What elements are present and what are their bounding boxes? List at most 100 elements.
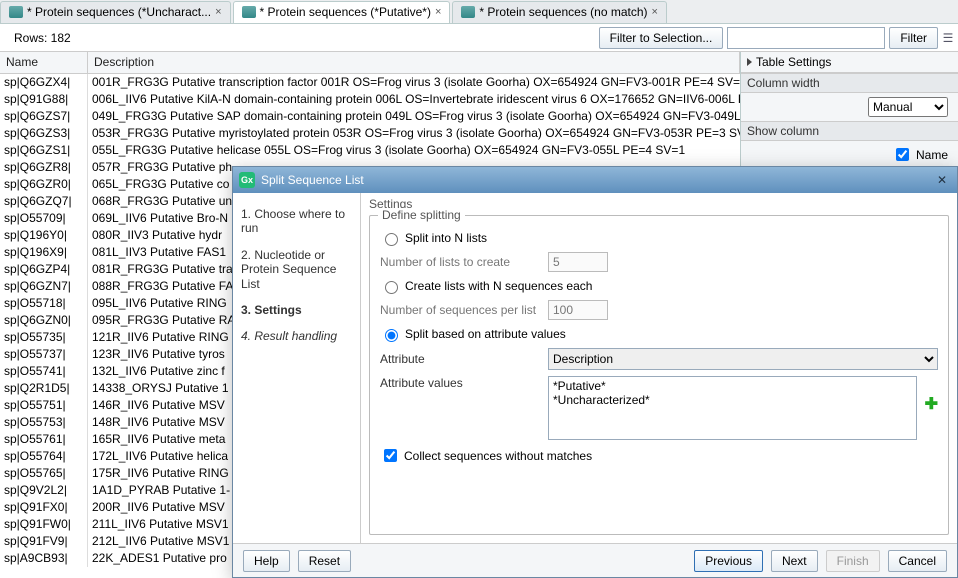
column-width-section: Column width xyxy=(741,73,958,93)
add-value-icon[interactable]: ✚ xyxy=(925,376,938,414)
help-button[interactable]: Help xyxy=(243,550,290,572)
tab-no-match[interactable]: * Protein sequences (no match) × xyxy=(452,1,667,23)
tab-label: * Protein sequences (*Uncharact... xyxy=(27,5,211,19)
table-toolbar: Rows: 182 Filter to Selection... Filter … xyxy=(0,24,958,52)
cell-description: 006L_IIV6 Putative KilA-N domain-contain… xyxy=(88,91,740,108)
dialog-titlebar[interactable]: Gx Split Sequence List ✕ xyxy=(233,167,957,193)
table-icon xyxy=(242,6,256,18)
tab-putative[interactable]: * Protein sequences (*Putative*) × xyxy=(233,1,451,23)
row-count-label: Rows: 182 xyxy=(0,31,340,45)
cell-name: sp|Q196Y0| xyxy=(0,227,88,244)
attribute-values-label: Attribute values xyxy=(380,376,540,390)
filter-to-selection-button[interactable]: Filter to Selection... xyxy=(599,27,724,49)
wizard-steps: 1. Choose where to run 2. Nucleotide or … xyxy=(233,193,361,543)
filter-options-icon[interactable]: ☰ xyxy=(938,31,958,45)
collect-without-matches-checkbox[interactable]: Collect sequences without matches xyxy=(380,446,938,465)
previous-button[interactable]: Previous xyxy=(694,550,763,572)
table-row[interactable]: sp|Q91G88|006L_IIV6 Putative KilA-N doma… xyxy=(0,91,740,108)
next-button[interactable]: Next xyxy=(771,550,818,572)
create-n-each-radio[interactable]: Create lists with N sequences each xyxy=(380,278,938,294)
table-row[interactable]: sp|Q6GZS3|053R_FRG3G Putative myristoyla… xyxy=(0,125,740,142)
split-attribute-radio[interactable]: Split based on attribute values xyxy=(380,326,938,342)
fieldset-legend: Define splitting xyxy=(378,208,465,222)
cell-name: sp|Q9V2L2| xyxy=(0,482,88,499)
cell-name: sp|Q6GZQ7| xyxy=(0,193,88,210)
cell-name: sp|Q6GZS1| xyxy=(0,142,88,159)
dialog-footer: Help Reset Previous Next Finish Cancel xyxy=(233,543,957,577)
attribute-label: Attribute xyxy=(380,352,540,366)
num-lists-input xyxy=(548,252,608,272)
cell-name: sp|O55741| xyxy=(0,363,88,380)
expand-icon xyxy=(747,58,752,66)
wizard-step-1: 1. Choose where to run xyxy=(239,201,354,242)
split-into-n-radio[interactable]: Split into N lists xyxy=(380,230,938,246)
cell-name: sp|O55753| xyxy=(0,414,88,431)
attribute-select[interactable]: Description xyxy=(548,348,938,370)
tab-uncharacterized[interactable]: * Protein sequences (*Uncharact... × xyxy=(0,1,231,23)
cell-name: sp|Q6GZR0| xyxy=(0,176,88,193)
tab-bar: * Protein sequences (*Uncharact... × * P… xyxy=(0,0,958,24)
cell-name: sp|Q6GZS7| xyxy=(0,108,88,125)
close-icon[interactable]: × xyxy=(652,6,658,18)
filter-button[interactable]: Filter xyxy=(889,27,938,49)
cell-name: sp|Q6GZN0| xyxy=(0,312,88,329)
radio-split-n[interactable] xyxy=(385,233,398,246)
column-width-select[interactable]: Manual xyxy=(868,97,948,117)
dialog-title: Split Sequence List xyxy=(261,173,364,187)
close-icon[interactable]: × xyxy=(435,6,441,18)
radio-label: Split based on attribute values xyxy=(405,327,566,341)
cell-name: sp|Q91FV9| xyxy=(0,533,88,550)
cell-name: sp|Q196X9| xyxy=(0,244,88,261)
tab-label: * Protein sequences (no match) xyxy=(479,5,647,19)
cell-description: 049L_FRG3G Putative SAP domain-containin… xyxy=(88,108,740,125)
finish-button: Finish xyxy=(826,550,880,572)
attribute-values-input[interactable] xyxy=(548,376,917,440)
show-name-checkbox[interactable]: Name xyxy=(892,145,948,164)
close-icon[interactable]: × xyxy=(215,6,221,18)
cell-name: sp|Q6GZX4| xyxy=(0,74,88,91)
checkbox-name[interactable] xyxy=(896,148,909,161)
cell-name: sp|O55765| xyxy=(0,465,88,482)
wizard-step-4: 4. Result handling xyxy=(239,323,354,349)
filter-input[interactable] xyxy=(727,27,885,49)
cell-description: 001R_FRG3G Putative transcription factor… xyxy=(88,74,740,91)
wizard-step-3: 3. Settings xyxy=(239,297,354,323)
table-row[interactable]: sp|Q6GZS1|055L_FRG3G Putative helicase 0… xyxy=(0,142,740,159)
cancel-button[interactable]: Cancel xyxy=(888,550,947,572)
show-column-section: Show column xyxy=(741,121,958,141)
column-header-name[interactable]: Name xyxy=(0,52,88,73)
cell-description: 053R_FRG3G Putative myristoylated protei… xyxy=(88,125,740,142)
cell-name: sp|Q91G88| xyxy=(0,91,88,108)
cell-name: sp|Q6GZN7| xyxy=(0,278,88,295)
cell-name: sp|A9CB93| xyxy=(0,550,88,567)
reset-button[interactable]: Reset xyxy=(298,550,351,572)
table-header: Name Description xyxy=(0,52,740,74)
cell-name: sp|O55735| xyxy=(0,329,88,346)
checkbox-label: Collect sequences without matches xyxy=(404,449,592,463)
radio-n-each[interactable] xyxy=(385,281,398,294)
table-row[interactable]: sp|Q6GZS7|049L_FRG3G Putative SAP domain… xyxy=(0,108,740,125)
checkbox-label: Name xyxy=(916,148,948,162)
cell-name: sp|Q6GZS3| xyxy=(0,125,88,142)
tab-label: * Protein sequences (*Putative*) xyxy=(260,5,431,19)
cell-name: sp|Q91FX0| xyxy=(0,499,88,516)
table-icon xyxy=(461,6,475,18)
radio-label: Split into N lists xyxy=(405,231,487,245)
cell-description: 055L_FRG3G Putative helicase 055L OS=Fro… xyxy=(88,142,740,159)
seq-per-list-input xyxy=(548,300,608,320)
define-splitting-group: Define splitting Split into N lists Numb… xyxy=(369,215,949,535)
cell-name: sp|O55709| xyxy=(0,210,88,227)
close-icon[interactable]: ✕ xyxy=(933,173,951,187)
seq-per-list-label: Number of sequences per list xyxy=(380,303,540,317)
radio-attribute[interactable] xyxy=(385,329,398,342)
cell-name: sp|Q6GZP4| xyxy=(0,261,88,278)
checkbox-collect[interactable] xyxy=(384,449,397,462)
side-panel-header[interactable]: Table Settings xyxy=(741,52,958,73)
table-icon xyxy=(9,6,23,18)
split-sequence-dialog: Gx Split Sequence List ✕ 1. Choose where… xyxy=(232,166,958,578)
cell-name: sp|O55718| xyxy=(0,295,88,312)
table-row[interactable]: sp|Q6GZX4|001R_FRG3G Putative transcript… xyxy=(0,74,740,91)
column-header-description[interactable]: Description xyxy=(88,52,740,73)
side-panel-title: Table Settings xyxy=(756,55,831,69)
wizard-step-2: 2. Nucleotide or Protein Sequence List xyxy=(239,242,354,297)
